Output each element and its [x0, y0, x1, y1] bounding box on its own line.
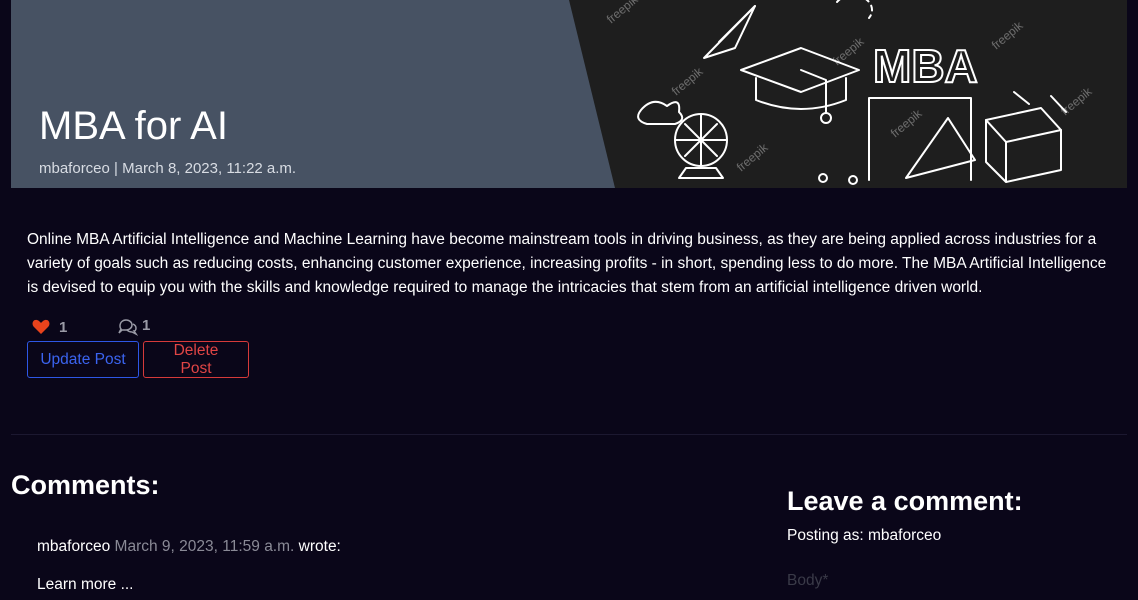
body-field-label: Body*	[787, 572, 829, 589]
comment-header: mbaforceo March 9, 2023, 11:59 a.m. wrot…	[37, 536, 737, 558]
comment-verb: wrote:	[298, 538, 341, 555]
posting-as: Posting as: mbaforceo	[787, 527, 942, 544]
comment-count: 1	[142, 317, 151, 334]
section-divider	[11, 434, 1127, 435]
delete-post-button[interactable]: Delete Post	[143, 341, 249, 378]
post-title: MBA for AI	[39, 104, 228, 148]
leave-comment-heading: Leave a comment:	[787, 486, 1023, 516]
post-meta: mbaforceo | March 8, 2023, 11:22 a.m.	[39, 160, 297, 177]
like-count: 1	[59, 319, 68, 336]
comment-text: Learn more ...	[37, 576, 134, 593]
comment-date: March 9, 2023, 11:59 a.m.	[114, 538, 295, 555]
post-body: Online MBA Artificial Intelligence and M…	[27, 231, 1107, 296]
comments-heading: Comments:	[11, 470, 160, 500]
comments-link[interactable]: 1	[118, 316, 178, 338]
chalk-mba-text: MBA	[873, 40, 978, 92]
heart-icon	[32, 319, 50, 334]
update-post-button[interactable]: Update Post	[27, 341, 139, 378]
comment-item: mbaforceo March 9, 2023, 11:59 a.m. wrot…	[37, 536, 737, 593]
post-hero: MBA freepik freepik freepik freepik free…	[11, 0, 1127, 188]
like-button[interactable]: 1	[32, 316, 112, 338]
comment-author: mbaforceo	[37, 538, 111, 555]
chat-bubbles-icon	[118, 319, 138, 336]
